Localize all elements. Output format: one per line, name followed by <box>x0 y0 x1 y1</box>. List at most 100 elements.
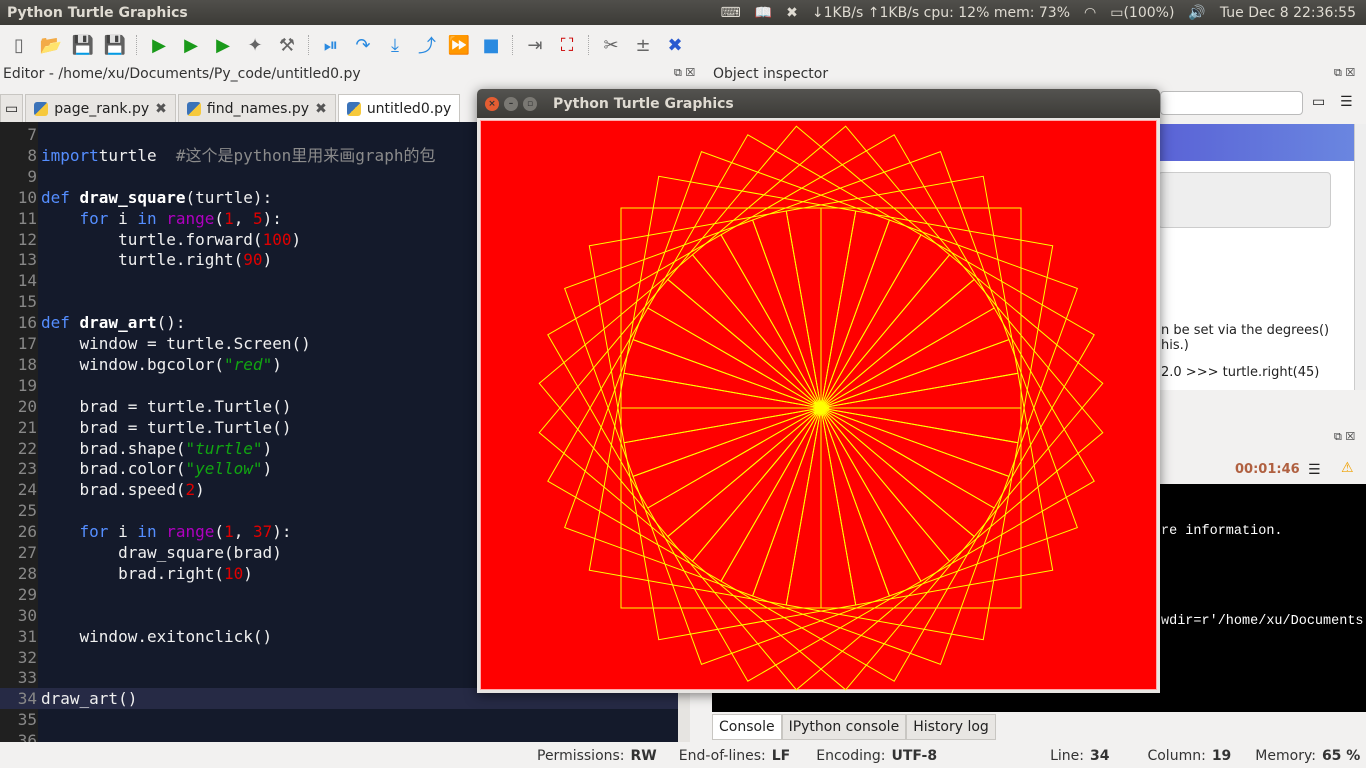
status-column: Column: 19 <box>1147 748 1232 764</box>
console-options-icon[interactable]: ☰ <box>1308 462 1321 478</box>
minimize-window-button[interactable]: – <box>504 96 518 111</box>
line-number: 26 <box>17 522 37 542</box>
step-icon[interactable]: ↷ <box>350 32 376 58</box>
editor-pane-controls[interactable]: ⧉ ☒ <box>674 66 695 80</box>
turtle-square <box>564 219 822 478</box>
line-number: 31 <box>17 626 37 646</box>
code-text: brad = turtle.Turtle() <box>41 396 292 416</box>
battery-indicator[interactable]: ▭(100%) <box>1110 5 1174 21</box>
new-file-icon[interactable]: ▯ <box>6 32 32 58</box>
code-text: for i in range(1, 5): <box>79 208 282 228</box>
line-number: 28 <box>17 563 37 583</box>
spyder-icon[interactable]: ✖ <box>662 32 688 58</box>
fullscreen-icon[interactable]: ⛶ <box>554 32 580 58</box>
turtle-square <box>632 151 891 409</box>
line-number: 27 <box>17 543 37 562</box>
tab-find-names[interactable]: find_names.py ✖ <box>177 94 336 122</box>
preferences-icon[interactable]: ✂ <box>598 32 624 58</box>
clock[interactable]: Tue Dec 8 22:36:55 <box>1220 5 1356 21</box>
inspector-scrollbar[interactable] <box>1354 124 1366 390</box>
step-into-icon[interactable]: ⤓ <box>382 32 408 58</box>
network-stats: ↓1KB/s ↑1KB/s cpu: 12% mem: 73% <box>811 4 1071 21</box>
maximize-window-button[interactable]: ▫ <box>523 96 537 111</box>
tab-ipython-console[interactable]: IPython console <box>781 714 907 740</box>
run-settings-icon[interactable]: ⚒ <box>274 32 300 58</box>
rerun-icon[interactable]: ▶ <box>210 32 236 58</box>
tab-history-log[interactable]: History log <box>906 714 996 740</box>
code-line[interactable]: 35 <box>0 709 678 730</box>
pythonpath-icon[interactable]: ± <box>630 32 656 58</box>
debug-continue-icon[interactable]: ⏯ <box>318 32 344 58</box>
line-number: 10 <box>17 187 37 207</box>
run-icon[interactable]: ▶ <box>146 32 172 58</box>
turtle-square <box>691 125 975 409</box>
status-memory: Memory: 65 % <box>1255 748 1361 764</box>
tab-page-rank[interactable]: page_rank.py ✖ <box>25 94 176 122</box>
save-all-icon[interactable]: 💾 <box>102 32 128 58</box>
tab-browse-icon[interactable]: ▭ <box>0 94 24 122</box>
inspector-signature-box <box>1158 172 1331 228</box>
open-file-icon[interactable]: 📂 <box>38 32 64 58</box>
python-file-icon <box>34 101 49 116</box>
turtle-square <box>547 234 822 509</box>
run-config-icon[interactable]: ▶ <box>178 32 204 58</box>
volume-icon[interactable]: 🔊 <box>1188 5 1205 21</box>
status-line: Line: 34 <box>1050 748 1110 764</box>
toolbar-separator <box>308 35 310 55</box>
stop-icon[interactable]: ■ <box>478 32 504 58</box>
turtle-window-titlebar[interactable]: × – ▫ Python Turtle Graphics <box>477 89 1160 118</box>
options-menu-icon[interactable]: ☰ <box>1340 94 1353 110</box>
step-return-icon[interactable]: ⤴ <box>414 32 440 58</box>
turtle-square <box>667 125 951 409</box>
console-line: re information. <box>1161 524 1283 539</box>
maximize-pane-icon[interactable]: ⇥ <box>522 32 548 58</box>
editor-title: Editor - /home/xu/Documents/Py_code/unti… <box>3 66 361 82</box>
wifi-icon[interactable]: ◠ <box>1084 5 1096 21</box>
code-line[interactable]: 36 <box>0 730 678 742</box>
code-text: turtle.forward(100) <box>41 229 302 249</box>
debug-icon[interactable]: ✦ <box>242 32 268 58</box>
tab-untitled0[interactable]: untitled0.py <box>337 94 461 122</box>
close-tab-icon[interactable]: ✖ <box>315 101 327 117</box>
object-inspector-search[interactable] <box>1160 91 1303 115</box>
dropbox-icon[interactable]: ✖ <box>786 5 798 21</box>
inspector-doc-text: n be set via the degrees() <box>1161 323 1330 338</box>
inspector-pane-controls[interactable]: ⧉ ☒ <box>1334 66 1355 80</box>
inspector-header <box>1158 124 1354 161</box>
code-text: brad.right(10) <box>41 563 253 583</box>
turtle-square <box>547 307 822 582</box>
turtle-square <box>647 134 922 409</box>
turtle-canvas[interactable] <box>480 120 1157 691</box>
code-text: draw_square(brad) <box>41 543 282 562</box>
line-number: 24 <box>17 480 37 500</box>
toolbar-separator <box>136 35 138 55</box>
line-number: 9 <box>27 166 37 186</box>
inspector-doc-text: his.) <box>1161 338 1189 353</box>
code-text: draw_art() <box>41 689 138 709</box>
close-tab-icon[interactable]: ✖ <box>155 101 167 117</box>
code-text: window.exitonclick() <box>41 626 273 646</box>
code-text: window = turtle.Screen() <box>41 334 311 353</box>
line-number: 36 <box>17 731 37 742</box>
save-icon[interactable]: 💾 <box>70 32 96 58</box>
console-pane-controls[interactable]: ⧉ ☒ <box>1334 430 1355 444</box>
turtle-graphics-window[interactable]: × – ▫ Python Turtle Graphics <box>477 89 1160 693</box>
line-number: 11 <box>17 208 37 228</box>
keyboard-icon[interactable]: ⌨ <box>720 5 740 21</box>
continue-icon[interactable]: ⏩ <box>446 32 472 58</box>
close-window-button[interactable]: × <box>485 96 499 111</box>
status-encoding: Encoding: UTF-8 <box>816 748 938 764</box>
tab-console[interactable]: Console <box>712 714 782 740</box>
warning-icon[interactable]: ⚠ <box>1341 460 1354 476</box>
book-icon[interactable]: 📖 <box>755 5 772 21</box>
status-permissions: Permissions: RW <box>537 748 657 764</box>
code-text: brad.speed(2) <box>41 480 205 500</box>
line-number: 18 <box>17 354 37 374</box>
lock-icon[interactable]: ▭ <box>1312 94 1325 110</box>
